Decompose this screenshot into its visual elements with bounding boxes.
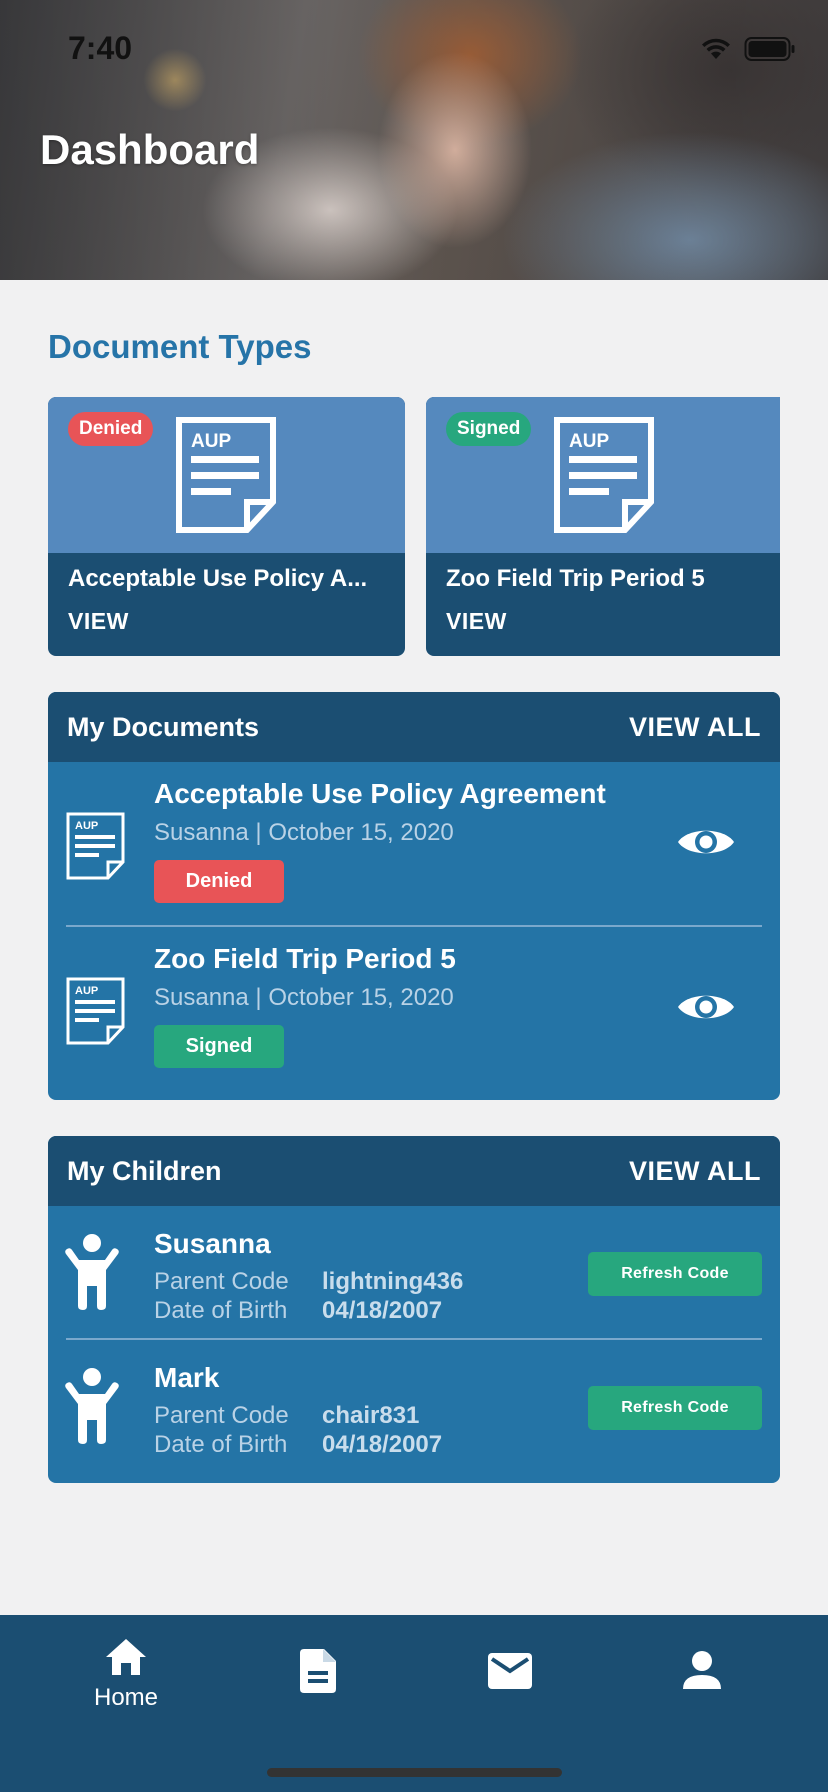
nav-home-label: Home [93, 1684, 159, 1711]
eye-icon[interactable] [676, 824, 736, 860]
home-icon [106, 1639, 146, 1675]
wifi-icon [702, 38, 730, 59]
parent-code-value: chair831 [322, 1402, 420, 1429]
parent-code-value: lightning436 [322, 1268, 464, 1295]
document-row[interactable]: AUP Zoo Field Trip Period 5 Susanna | Oc… [48, 927, 780, 1092]
status-badge: Denied [68, 412, 154, 446]
my-children-title: My Children [67, 1156, 222, 1186]
page-title: Dashboard [40, 126, 260, 173]
status-badge: Signed [154, 1025, 284, 1068]
doc-icon-label: AUP [191, 431, 231, 452]
children-view-all-link[interactable]: VIEW ALL [629, 1156, 761, 1187]
mail-icon [488, 1653, 532, 1689]
child-row: Mark Parent Code chair831 Date of Birth … [48, 1340, 780, 1474]
status-icons [700, 36, 796, 62]
battery-icon [744, 37, 795, 61]
document-subtitle: Susanna | October 15, 2020 [154, 984, 454, 1011]
doc-icon-label: AUP [75, 820, 98, 832]
refresh-code-button[interactable]: Refresh Code [588, 1386, 762, 1430]
document-type-card[interactable]: Signed AUP Zoo Field Trip Period 5 VIEW [426, 397, 780, 656]
document-icon [300, 1649, 336, 1693]
dob-value: 04/18/2007 [322, 1297, 443, 1324]
nav-home[interactable]: Home [66, 1637, 186, 1712]
document-title: Zoo Field Trip Period 5 [154, 943, 456, 974]
child-name: Mark [154, 1362, 220, 1393]
nav-documents[interactable] [258, 1649, 378, 1698]
document-icon: AUP [176, 417, 276, 533]
card-title: Acceptable Use Policy A... [68, 565, 368, 592]
document-type-card[interactable]: Denied AUP Acceptable Use Policy A... VI… [48, 397, 405, 656]
nav-profile[interactable] [642, 1651, 762, 1694]
document-title: Acceptable Use Policy Agreement [154, 778, 606, 809]
document-row[interactable]: AUP Acceptable Use Policy Agreement Susa… [48, 762, 780, 927]
my-documents-title: My Documents [67, 712, 260, 742]
dob-value: 04/18/2007 [322, 1431, 443, 1458]
doc-icon-label: AUP [569, 431, 609, 452]
status-badge: Denied [154, 860, 284, 903]
child-person-icon [65, 1368, 119, 1444]
document-subtitle: Susanna | October 15, 2020 [154, 819, 454, 846]
documents-view-all-link[interactable]: VIEW ALL [629, 712, 761, 743]
child-row: Susanna Parent Code lightning436 Date of… [48, 1206, 780, 1340]
card-header: Signed AUP [426, 397, 780, 553]
view-button[interactable]: VIEW [446, 608, 507, 635]
parent-code-label: Parent Code [154, 1268, 289, 1295]
document-icon: AUP [554, 417, 654, 533]
child-person-icon [65, 1234, 119, 1310]
refresh-code-button[interactable]: Refresh Code [588, 1252, 762, 1296]
header-banner: 7:40 Dashboard [0, 0, 828, 280]
card-title: Zoo Field Trip Period 5 [446, 565, 705, 592]
dob-label: Date of Birth [154, 1431, 288, 1458]
dob-label: Date of Birth [154, 1297, 288, 1324]
home-indicator [267, 1768, 562, 1777]
card-header: Denied AUP [48, 397, 405, 553]
my-documents-panel: My Documents VIEW ALL AUP Acceptable Use… [48, 692, 780, 1100]
parent-code-label: Parent Code [154, 1402, 289, 1429]
view-button[interactable]: VIEW [68, 608, 129, 635]
nav-messages[interactable] [450, 1653, 570, 1694]
my-documents-header: My Documents VIEW ALL [48, 692, 780, 762]
document-icon: AUP [66, 977, 125, 1045]
child-name: Susanna [154, 1228, 271, 1259]
person-icon [683, 1651, 721, 1689]
document-icon: AUP [66, 812, 125, 880]
eye-icon[interactable] [676, 989, 736, 1025]
status-time: 7:40 [68, 30, 133, 66]
status-badge: Signed [446, 412, 532, 446]
document-types-title: Document Types [48, 328, 312, 365]
doc-icon-label: AUP [75, 985, 98, 997]
bottom-nav: Home [0, 1615, 828, 1792]
my-children-header: My Children VIEW ALL [48, 1136, 780, 1206]
my-children-panel: My Children VIEW ALL Susanna Parent Code… [48, 1136, 780, 1483]
